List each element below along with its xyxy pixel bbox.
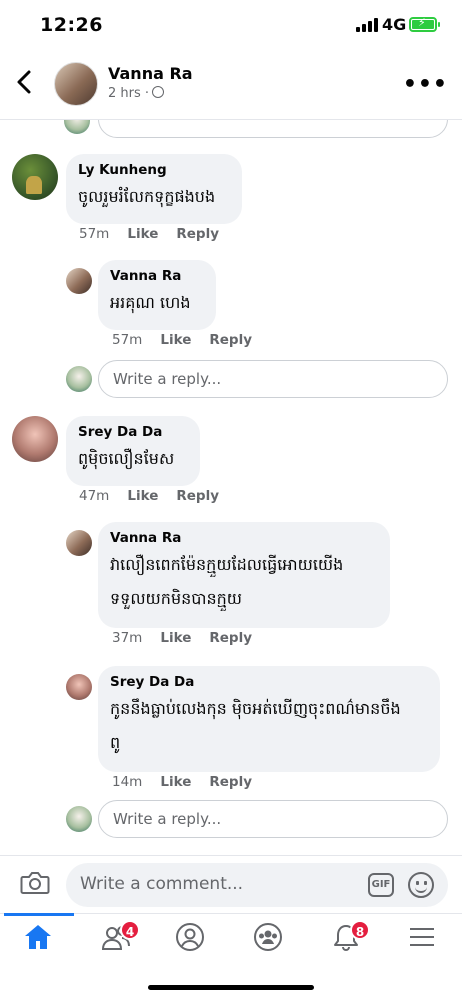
replier-avatar[interactable] bbox=[66, 674, 92, 700]
tab-friends[interactable]: 4 bbox=[100, 920, 140, 958]
profile-icon bbox=[176, 923, 204, 951]
author-avatar[interactable] bbox=[54, 62, 98, 106]
author-name[interactable]: Vanna Ra bbox=[108, 64, 193, 83]
commenter-name[interactable]: Ly Kunheng bbox=[78, 162, 230, 178]
comment-composer: Write a comment... GIF bbox=[0, 855, 462, 913]
comment-meta: 57m Like Reply bbox=[79, 226, 219, 242]
comment-bubble: Ly Kunheng ចូលរួមរំលែកទុក្ខផងបង bbox=[66, 154, 242, 224]
reply-bubble: Vanna Ra វាលឿនពេកម៉ែនក្មួយដែលធ្វើអោយយើង … bbox=[98, 522, 390, 628]
reply-button[interactable]: Reply bbox=[209, 774, 252, 790]
commenter-avatar[interactable] bbox=[12, 154, 58, 200]
bottom-tab-bar: 4 8 bbox=[0, 913, 462, 965]
menu-icon bbox=[410, 928, 434, 946]
like-button[interactable]: Like bbox=[127, 488, 158, 504]
emoji-icon[interactable] bbox=[408, 872, 434, 898]
reply-text-line-1: កូននឹងធ្លាប់លេងកុន ម៉ិចអត់ឃើញចុះពណ៌មានចឹ… bbox=[110, 699, 401, 718]
reply-button[interactable]: Reply bbox=[176, 488, 219, 504]
reply-time: 37m bbox=[112, 630, 143, 646]
tab-menu[interactable] bbox=[406, 922, 446, 958]
reply-time: 57m bbox=[112, 332, 143, 348]
tab-profile[interactable] bbox=[174, 922, 214, 958]
reply-text-line-2: ទទួលយកមិនបានក្មួយ bbox=[110, 589, 243, 608]
reply-meta: 57m Like Reply bbox=[112, 332, 252, 348]
like-button[interactable]: Like bbox=[160, 774, 191, 790]
like-button[interactable]: Like bbox=[160, 630, 191, 646]
comment-time: 47m bbox=[79, 488, 110, 504]
battery-icon bbox=[409, 16, 440, 32]
back-arrow-icon[interactable] bbox=[14, 68, 40, 98]
replier-name[interactable]: Vanna Ra bbox=[110, 530, 378, 546]
groups-icon bbox=[254, 923, 282, 951]
reply-time: 14m bbox=[112, 774, 143, 790]
comment-placeholder: Write a comment... bbox=[80, 874, 244, 894]
comment-input[interactable]: Write a comment... GIF bbox=[66, 863, 448, 907]
reply-text: អរគុណ ហេង bbox=[110, 293, 191, 312]
current-user-avatar bbox=[66, 806, 92, 832]
comment-text: ចូលរួមរំលែកទុក្ខផងបង bbox=[78, 187, 216, 206]
network-type: 4G bbox=[382, 15, 407, 34]
commenter-name[interactable]: Srey Da Da bbox=[78, 424, 188, 440]
reply-text-line-1: វាលឿនពេកម៉ែនក្មួយដែលធ្វើអោយយើង bbox=[110, 555, 344, 574]
tab-notifications[interactable]: 8 bbox=[330, 920, 370, 958]
home-icon bbox=[25, 925, 51, 949]
reply-input-top[interactable] bbox=[98, 120, 448, 138]
status-time: 12:26 bbox=[40, 14, 103, 36]
replier-avatar[interactable] bbox=[66, 268, 92, 294]
post-time: 2 hrs · bbox=[108, 86, 165, 101]
commenter-avatar[interactable] bbox=[12, 416, 58, 462]
more-options-icon[interactable]: ••• bbox=[403, 72, 448, 97]
reply-meta: 14m Like Reply bbox=[112, 774, 252, 790]
reply-input[interactable]: Write a reply... bbox=[98, 800, 448, 838]
replier-name[interactable]: Srey Da Da bbox=[110, 674, 428, 690]
comment-meta: 47m Like Reply bbox=[79, 488, 219, 504]
reply-input[interactable]: Write a reply... bbox=[98, 360, 448, 398]
notifications-badge: 8 bbox=[350, 920, 370, 940]
reply-bubble: Srey Da Da កូននឹងធ្លាប់លេងកុន ម៉ិចអត់ឃើញ… bbox=[98, 666, 440, 772]
reply-bubble: Vanna Ra អរគុណ ហេង bbox=[98, 260, 216, 330]
gif-icon[interactable]: GIF bbox=[368, 873, 394, 897]
tab-home[interactable] bbox=[22, 922, 62, 958]
home-indicator[interactable] bbox=[148, 985, 314, 990]
comments-list: Ly Kunheng ចូលរួមរំលែកទុក្ខផងបង 57m Like… bbox=[0, 120, 462, 855]
reply-button[interactable]: Reply bbox=[209, 630, 252, 646]
like-button[interactable]: Like bbox=[127, 226, 158, 242]
friends-badge: 4 bbox=[120, 920, 140, 940]
post-header: Vanna Ra 2 hrs · ••• bbox=[0, 50, 462, 120]
reply-meta: 37m Like Reply bbox=[112, 630, 252, 646]
camera-icon[interactable] bbox=[20, 870, 50, 896]
like-button[interactable]: Like bbox=[160, 332, 191, 348]
globe-icon bbox=[152, 86, 165, 98]
reply-text-line-2: ពូ bbox=[110, 733, 121, 752]
reply-button[interactable]: Reply bbox=[209, 332, 252, 348]
current-user-avatar bbox=[66, 366, 92, 392]
comment-text: ពូម៉ិចលឿនមែស bbox=[78, 449, 175, 468]
replier-avatar[interactable] bbox=[66, 530, 92, 556]
comment-time: 57m bbox=[79, 226, 110, 242]
active-tab-indicator bbox=[4, 913, 74, 916]
replier-name[interactable]: Vanna Ra bbox=[110, 268, 204, 284]
current-user-avatar bbox=[64, 120, 90, 134]
comment-bubble: Srey Da Da ពូម៉ិចលឿនមែស bbox=[66, 416, 200, 486]
reply-button[interactable]: Reply bbox=[176, 226, 219, 242]
status-bar: 12:26 4G bbox=[0, 0, 462, 50]
tab-groups[interactable] bbox=[252, 922, 292, 958]
signal-icon bbox=[356, 18, 378, 32]
